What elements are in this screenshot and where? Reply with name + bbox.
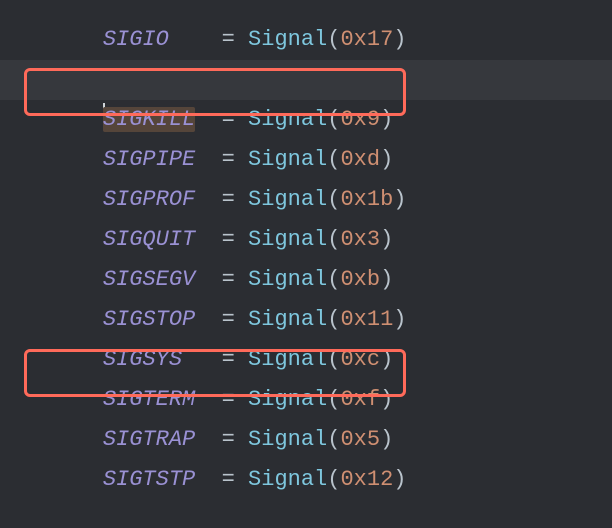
code-line: SIGSTOP = Signal(0x11) xyxy=(0,260,612,300)
rparen: ) xyxy=(393,467,406,492)
code-line: SIGSEGV = Signal(0xb) xyxy=(0,220,612,260)
code-line: SIGTERM = Signal(0xf) xyxy=(0,340,612,380)
code-editor[interactable]: SIGINT = Signal(0x2) SIGIO = Signal(0x17… xyxy=(0,0,612,498)
equals: = xyxy=(222,467,248,492)
code-line: SIGTRAP = Signal(0x5) xyxy=(0,380,612,420)
code-line: SIGPROF = Signal(0x1b) xyxy=(0,140,612,180)
hex-literal: 0x12 xyxy=(340,467,393,492)
code-line: SIGIOT = Signal(0x6) xyxy=(0,20,612,60)
code-line: SIGIO = Signal(0x17) xyxy=(0,0,612,20)
type-name: Signal xyxy=(248,467,327,492)
code-line-current: SIGKILL = Signal(0x9) xyxy=(0,60,612,100)
constant-name: SIGTSTP xyxy=(103,467,195,492)
code-line: SIGQUIT = Signal(0x3) xyxy=(0,180,612,220)
lparen: ( xyxy=(327,467,340,492)
code-line: SIGPIPE = Signal(0xd) xyxy=(0,100,612,140)
code-line: SIGSYS = Signal(0xc) xyxy=(0,300,612,340)
code-line: SIGTSTP = Signal(0x12) xyxy=(0,420,612,460)
